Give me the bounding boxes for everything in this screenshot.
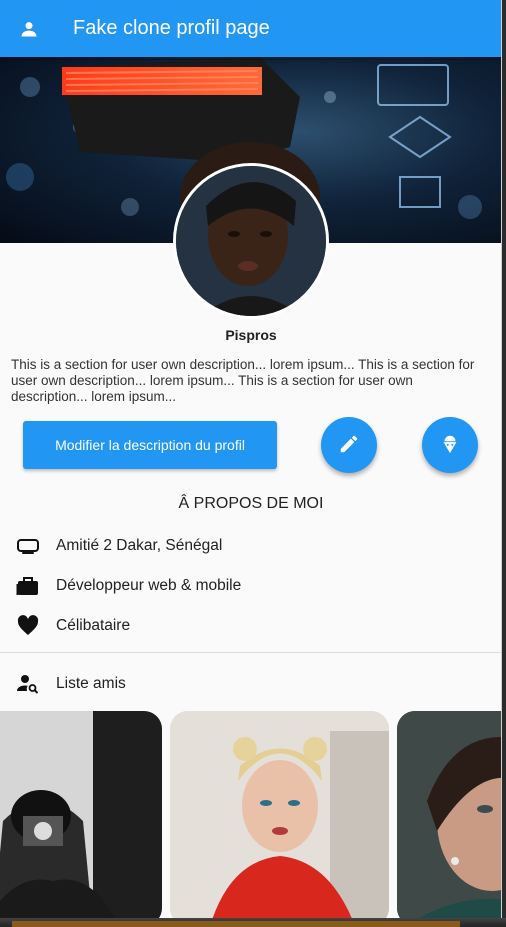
about-item-location: Amitié 2 Dakar, Sénégal	[16, 534, 486, 558]
friend-photo[interactable]	[397, 711, 501, 918]
profile-description: This is a section for user own descripti…	[11, 357, 475, 404]
pencil-icon	[338, 433, 360, 458]
friend-photo[interactable]	[170, 711, 389, 918]
friends-list-header[interactable]: Liste amis	[16, 672, 486, 696]
app-bar: Fake clone profil page	[0, 0, 501, 57]
profile-name: Pispros	[225, 327, 277, 343]
friends-list-label: Liste amis	[56, 675, 126, 692]
edit-description-button[interactable]: Modifier la description du profil	[23, 421, 277, 469]
app-screen: Fake clone profil page Pispros This is a…	[0, 0, 502, 918]
person-search-icon	[16, 672, 40, 696]
profile-avatar[interactable]	[173, 163, 329, 319]
ice-cream-fab[interactable]	[422, 417, 478, 473]
about-item-text: Amitié 2 Dakar, Sénégal	[56, 537, 223, 554]
window-bottom-edge	[0, 918, 506, 927]
app-bar-title: Fake clone profil page	[73, 17, 270, 39]
friend-photo[interactable]	[0, 711, 162, 918]
about-item-job: Développeur web & mobile	[16, 574, 486, 598]
briefcase-icon	[16, 574, 40, 598]
about-section-title: Â PROPOS DE MOI	[178, 495, 324, 512]
ice-cream-icon	[439, 433, 461, 458]
location-tv-icon	[16, 534, 40, 558]
person-icon	[0, 19, 58, 39]
friends-carousel[interactable]	[0, 711, 501, 918]
about-item-text: Développeur web & mobile	[56, 577, 242, 594]
heart-icon	[16, 614, 40, 638]
about-item-status: Célibataire	[16, 614, 486, 638]
about-item-text: Célibataire	[56, 617, 131, 634]
section-divider	[0, 652, 501, 653]
edit-profile-fab[interactable]	[321, 417, 377, 473]
